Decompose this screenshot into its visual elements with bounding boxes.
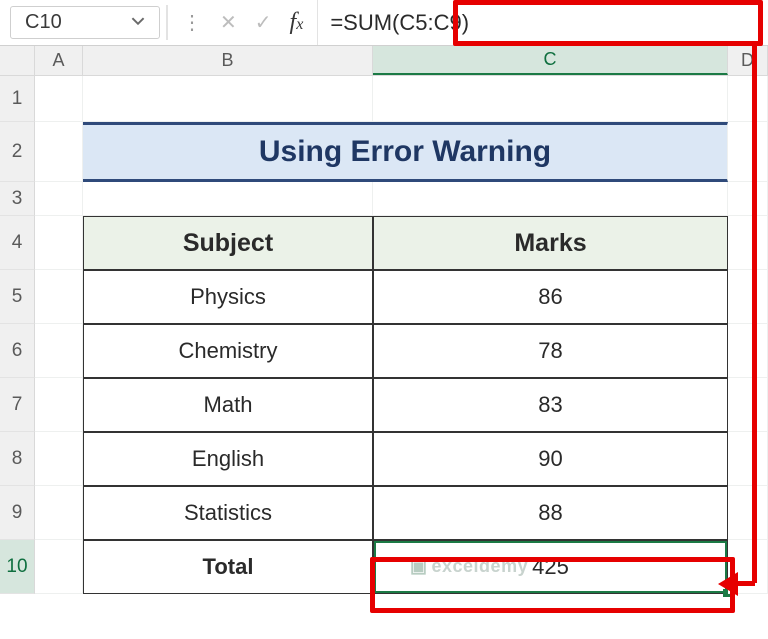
formula-text: =SUM(C5:C9) bbox=[330, 10, 469, 36]
annotation-arrowhead-icon bbox=[718, 572, 738, 596]
cell-A2[interactable] bbox=[35, 122, 83, 182]
formula-tools: ⋮ ✕ ✓ fx bbox=[168, 0, 317, 45]
cell-D7[interactable] bbox=[728, 378, 768, 432]
col-header-C[interactable]: C bbox=[373, 46, 728, 75]
marks-text: 78 bbox=[538, 338, 562, 364]
total-row: Total 425 bbox=[35, 540, 768, 594]
formula-bar: C10 ⋮ ✕ ✓ fx =SUM(C5:C9) bbox=[0, 0, 768, 46]
fx-icon[interactable]: fx bbox=[290, 9, 304, 36]
total-value-text: 425 bbox=[532, 554, 569, 580]
cell-A3[interactable] bbox=[35, 182, 83, 216]
chevron-down-icon[interactable] bbox=[131, 11, 145, 34]
header-subject[interactable]: Subject bbox=[83, 216, 373, 270]
cell-C1[interactable] bbox=[373, 76, 728, 122]
cell-B1[interactable] bbox=[83, 76, 373, 122]
cell-C3[interactable] bbox=[373, 182, 728, 216]
cell-B10[interactable]: Total bbox=[83, 540, 373, 594]
cell-D1[interactable] bbox=[728, 76, 768, 122]
cell-B6[interactable]: Chemistry bbox=[83, 324, 373, 378]
cell-A8[interactable] bbox=[35, 432, 83, 486]
marks-text: 83 bbox=[538, 392, 562, 418]
row-header-3[interactable]: 3 bbox=[0, 182, 35, 216]
cell-D4[interactable] bbox=[728, 216, 768, 270]
row-headers: 1 2 3 4 5 6 7 8 9 10 bbox=[0, 76, 35, 594]
cell-C7[interactable]: 83 bbox=[373, 378, 728, 432]
cell-A1[interactable] bbox=[35, 76, 83, 122]
row-header-5[interactable]: 5 bbox=[0, 270, 35, 324]
cell-A10[interactable] bbox=[35, 540, 83, 594]
grid[interactable]: Using Error Warning Subject Marks Physic… bbox=[35, 76, 768, 594]
marks-text: 88 bbox=[538, 500, 562, 526]
cell-B8[interactable]: English bbox=[83, 432, 373, 486]
cell-D9[interactable] bbox=[728, 486, 768, 540]
cell-D5[interactable] bbox=[728, 270, 768, 324]
row-header-4[interactable]: 4 bbox=[0, 216, 35, 270]
cell-A6[interactable] bbox=[35, 324, 83, 378]
annotation-connector-vertical bbox=[752, 46, 757, 583]
annotation-connector-horizontal bbox=[735, 581, 755, 586]
title-text: Using Error Warning bbox=[259, 135, 551, 169]
cell-B5[interactable]: Physics bbox=[83, 270, 373, 324]
col-header-A[interactable]: A bbox=[35, 46, 83, 75]
table-row: Chemistry 78 bbox=[35, 324, 768, 378]
cell-C10[interactable]: 425 bbox=[373, 540, 728, 594]
formula-input[interactable]: =SUM(C5:C9) bbox=[317, 0, 768, 45]
cell-A5[interactable] bbox=[35, 270, 83, 324]
sheet: 1 2 3 4 5 6 7 8 9 10 Using Error Warning bbox=[0, 76, 768, 594]
subject-text: Statistics bbox=[184, 500, 272, 526]
cell-D8[interactable] bbox=[728, 432, 768, 486]
row-header-7[interactable]: 7 bbox=[0, 378, 35, 432]
table-row: Physics 86 bbox=[35, 270, 768, 324]
total-label-text: Total bbox=[203, 554, 254, 580]
cell-C8[interactable]: 90 bbox=[373, 432, 728, 486]
table-row: English 90 bbox=[35, 432, 768, 486]
row-header-2[interactable]: 2 bbox=[0, 122, 35, 182]
marks-text: 86 bbox=[538, 284, 562, 310]
row-header-6[interactable]: 6 bbox=[0, 324, 35, 378]
subject-text: Chemistry bbox=[178, 338, 277, 364]
cell-D2[interactable] bbox=[728, 122, 768, 182]
table-row: Statistics 88 bbox=[35, 486, 768, 540]
cell-B3[interactable] bbox=[83, 182, 373, 216]
cell-A9[interactable] bbox=[35, 486, 83, 540]
subject-text: Math bbox=[204, 392, 253, 418]
cell-C9[interactable]: 88 bbox=[373, 486, 728, 540]
select-all-corner[interactable] bbox=[0, 46, 35, 75]
name-box-value: C10 bbox=[25, 11, 62, 34]
row-header-1[interactable]: 1 bbox=[0, 76, 35, 122]
row-header-9[interactable]: 9 bbox=[0, 486, 35, 540]
cancel-icon[interactable]: ✕ bbox=[220, 10, 237, 35]
header-marks-text: Marks bbox=[514, 229, 586, 258]
subject-text: Physics bbox=[190, 284, 266, 310]
name-box[interactable]: C10 bbox=[10, 6, 160, 39]
cell-D6[interactable] bbox=[728, 324, 768, 378]
cell-A7[interactable] bbox=[35, 378, 83, 432]
marks-text: 90 bbox=[538, 446, 562, 472]
tools-dots-icon: ⋮ bbox=[182, 10, 202, 35]
table-row: Math 83 bbox=[35, 378, 768, 432]
row-header-8[interactable]: 8 bbox=[0, 432, 35, 486]
subject-text: English bbox=[192, 446, 264, 472]
cell-D3[interactable] bbox=[728, 182, 768, 216]
accept-icon[interactable]: ✓ bbox=[255, 10, 272, 35]
col-header-D[interactable]: D bbox=[728, 46, 768, 75]
cell-B9[interactable]: Statistics bbox=[83, 486, 373, 540]
title-cell[interactable]: Using Error Warning bbox=[83, 122, 728, 182]
cell-C6[interactable]: 78 bbox=[373, 324, 728, 378]
cell-A4[interactable] bbox=[35, 216, 83, 270]
cell-C5[interactable]: 86 bbox=[373, 270, 728, 324]
row-header-10[interactable]: 10 bbox=[0, 540, 35, 594]
header-subject-text: Subject bbox=[183, 229, 273, 258]
column-headers: A B C D bbox=[0, 46, 768, 76]
cell-B7[interactable]: Math bbox=[83, 378, 373, 432]
col-header-B[interactable]: B bbox=[83, 46, 373, 75]
header-marks[interactable]: Marks bbox=[373, 216, 728, 270]
